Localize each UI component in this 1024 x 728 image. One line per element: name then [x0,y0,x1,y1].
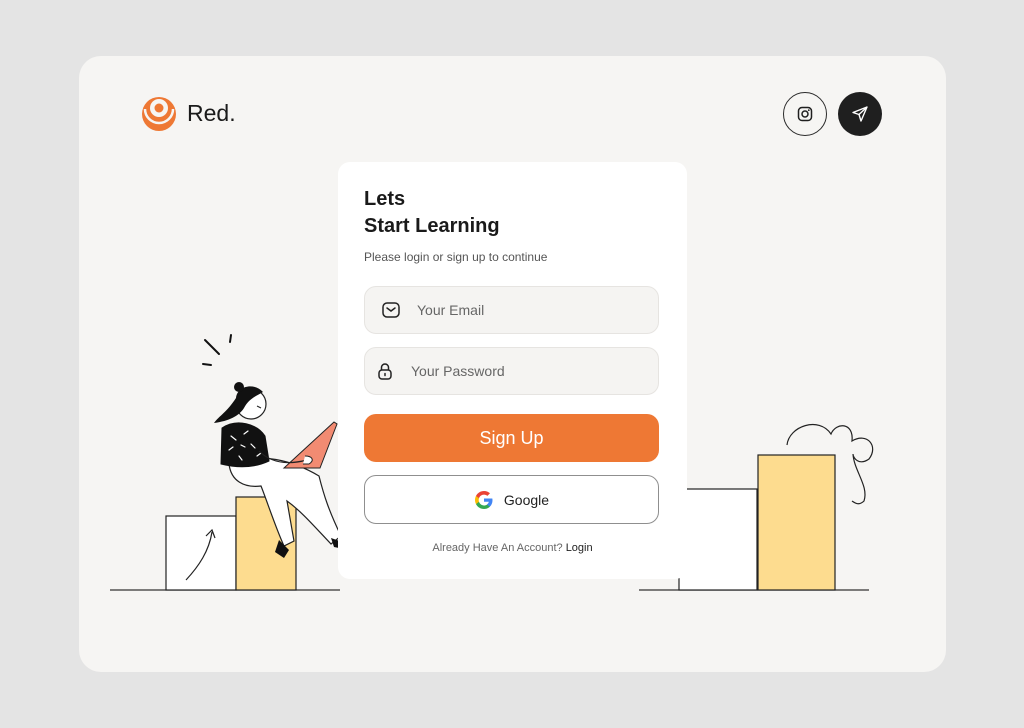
card-title: Lets Start Learning [364,186,500,240]
main-frame: Red. Lets Start Learning Please login or… [79,56,946,672]
title-line-2: Start Learning [364,215,500,237]
password-input[interactable] [411,363,631,379]
email-field-wrapper[interactable] [364,286,659,334]
google-signin-button[interactable]: Google [364,475,659,524]
google-label: Google [503,491,550,508]
signup-button[interactable]: Sign Up [364,414,659,462]
signup-card: Lets Start Learning Please login or sign… [338,162,687,579]
card-subtitle: Please login or sign up to continue [364,250,548,264]
envelope-icon [381,300,401,320]
footer-text: Already Have An Account? [432,542,563,554]
password-field-wrapper[interactable] [364,347,659,395]
login-link[interactable]: Login [566,542,593,554]
google-icon [474,490,494,510]
title-line-1: Lets [364,188,406,210]
login-prompt: Already Have An Account? Login [338,542,687,554]
lock-icon [375,361,395,381]
email-input[interactable] [417,302,637,318]
